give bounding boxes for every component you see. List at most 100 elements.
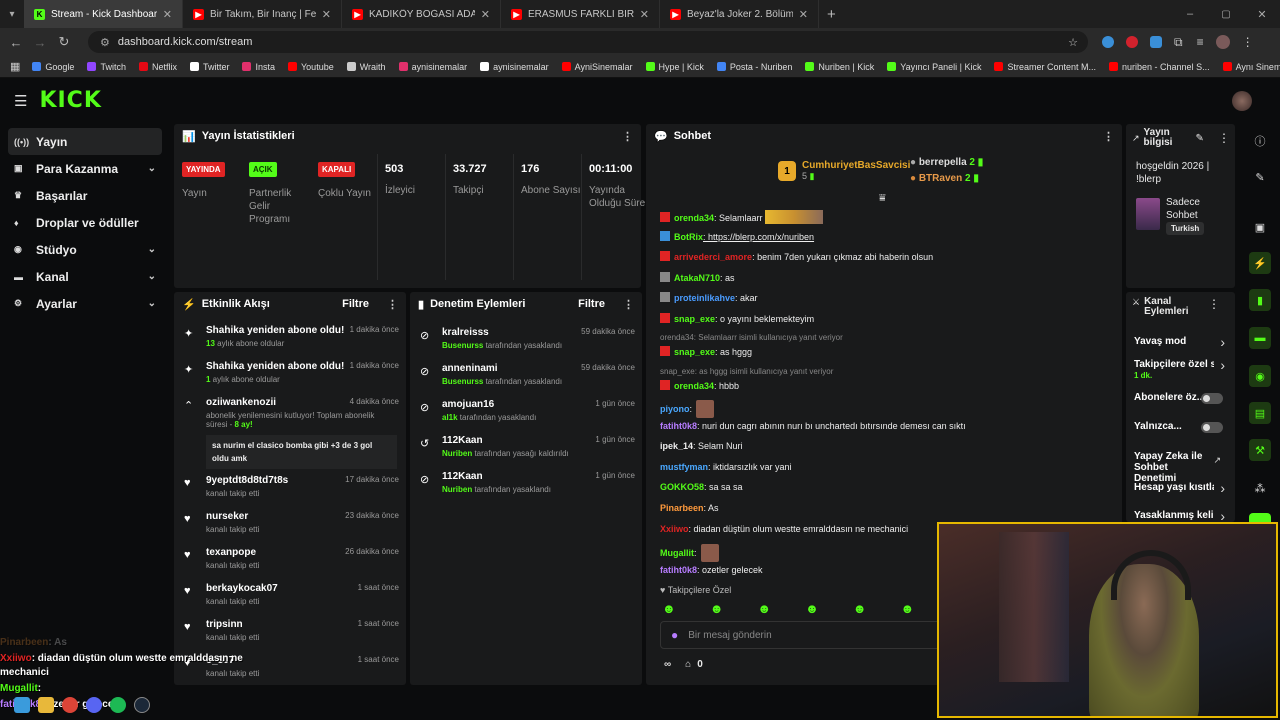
- close-tab-icon[interactable]: ✕: [799, 8, 808, 21]
- site-info-icon[interactable]: ⚙: [100, 36, 110, 49]
- bookmark-item[interactable]: Wraith: [346, 62, 386, 72]
- pencil-icon[interactable]: ✎: [1196, 133, 1204, 144]
- info-icon[interactable]: ⓘ: [1249, 130, 1271, 152]
- moderation-item[interactable]: ⊘ amojuan16 al1k tarafından yasaklandı 1 gü…: [418, 399, 635, 422]
- apps-grid-icon[interactable]: ▦: [10, 60, 20, 73]
- bookmark-item[interactable]: Netflix: [138, 62, 177, 72]
- tab-2[interactable]: ▶ KADIKÖY BOĞASI ADANA YÜRÜ ✕: [342, 0, 501, 28]
- window-minimize-button[interactable]: –: [1172, 8, 1208, 20]
- chat-message[interactable]: BotRix: https://blerp.com/x/nuriben: [660, 230, 814, 242]
- chat-username[interactable]: Pinarbeen: [660, 503, 704, 513]
- url-field[interactable]: ⚙ dashboard.kick.com/stream ☆: [88, 31, 1088, 53]
- channel-action-item[interactable]: Yapay Zeka ile Sohbet Denetimi ↗: [1126, 451, 1235, 484]
- extension-icon[interactable]: [1126, 36, 1138, 48]
- forward-icon[interactable]: →: [28, 35, 52, 50]
- more-options-icon[interactable]: ⋮: [623, 298, 634, 311]
- activity-filter-button[interactable]: Filtre: [342, 298, 369, 310]
- chat-message[interactable]: orenda34: Selamlaarr: [660, 210, 823, 224]
- chat-username[interactable]: proteinlikahve: [674, 293, 735, 303]
- chat-message[interactable]: piyono:: [660, 400, 715, 418]
- bookmark-item[interactable]: Youtube: [288, 62, 334, 72]
- gifter-rank-1[interactable]: 1 CumhuriyetBasSavcisi 5 ▮: [778, 160, 910, 182]
- moderation-item[interactable]: ↺ 112Kaan Nuriben tarafından yasağı kaldır…: [418, 435, 635, 458]
- chat-message[interactable]: mustfyman: iktidarsızlık var yani: [660, 462, 792, 472]
- chat-message[interactable]: snap_exe: o yayını beklemekteyim: [660, 312, 814, 324]
- hamburger-menu-icon[interactable]: ☰: [14, 92, 27, 110]
- sidebar-item-0[interactable]: ((•)) Yayın: [8, 128, 162, 155]
- more-options-icon[interactable]: ⋮: [387, 298, 398, 311]
- microphone-icon[interactable]: ●: [671, 628, 678, 642]
- chat-username[interactable]: Xxiiwo: [660, 524, 689, 534]
- chat-username[interactable]: BotRix: [674, 232, 703, 242]
- stack-icon[interactable]: ▤: [1249, 402, 1271, 424]
- broadcast-icon[interactable]: ◉: [1249, 365, 1271, 387]
- emote-icon[interactable]: ☻: [900, 601, 914, 616]
- emote-icon[interactable]: ☻: [757, 601, 771, 616]
- activity-item[interactable]: ♥ nurseker kanalı takip etti 23 dakika önce: [182, 511, 399, 534]
- chrome-icon[interactable]: [62, 697, 78, 713]
- channel-action-item[interactable]: Hesap yaşı kısıtla ›: [1126, 480, 1235, 506]
- tab-1[interactable]: ▶ Bir Takım, Bir İnanç | Fenerbahç ✕: [183, 0, 342, 28]
- bookmark-star-icon[interactable]: ☆: [1068, 36, 1078, 49]
- channel-action-item[interactable]: Yasaklanmış kelin ›: [1126, 508, 1235, 522]
- sidebar-item-6[interactable]: ⚙ Ayarlar ⌄: [8, 290, 162, 317]
- chat-username[interactable]: piyono: [660, 404, 690, 414]
- chat-username[interactable]: arrivederci_amore: [674, 252, 752, 262]
- user-avatar[interactable]: [1232, 91, 1252, 111]
- chat-username[interactable]: ipek_14: [660, 441, 693, 451]
- extensions-puzzle-icon[interactable]: ⧉: [1174, 35, 1183, 50]
- tab-4[interactable]: ▶ Beyaz'la Joker 2. Bölüm - YouTu ✕: [660, 0, 819, 28]
- chat-message[interactable]: GOKKO58: sa sa sa: [660, 482, 743, 492]
- chat-username[interactable]: snap_exe: [674, 314, 715, 324]
- bookmark-item[interactable]: nuriben - Channel S...: [1109, 62, 1210, 72]
- chat-username[interactable]: snap_exe: [674, 347, 715, 357]
- new-tab-button[interactable]: +: [827, 6, 836, 23]
- lightning-icon[interactable]: ⚡: [1249, 252, 1271, 274]
- chat-filter-icon[interactable]: ⩸: [879, 192, 886, 205]
- window-close-button[interactable]: ✕: [1244, 8, 1280, 21]
- sidebar-item-4[interactable]: ◉ Stüdyo ⌄: [8, 236, 162, 263]
- wrench-icon[interactable]: ⚒: [1249, 439, 1271, 461]
- infinity-icon[interactable]: ∞: [664, 659, 671, 670]
- activity-item[interactable]: ✦ Shahika yeniden abone oldu! 13 aylık abo…: [182, 325, 399, 348]
- tab-0[interactable]: K Stream - Kick Dashboard ✕: [24, 0, 183, 28]
- network-icon[interactable]: ⁂: [1249, 477, 1271, 499]
- gifter-rank-3[interactable]: ● BTRaven 2 ▮: [910, 173, 979, 184]
- bookmark-item[interactable]: aynisinemalar: [480, 62, 549, 72]
- channel-action-item[interactable]: Yalnızca...: [1126, 421, 1235, 445]
- emote-icon[interactable]: ☻: [710, 601, 724, 616]
- channel-action-item[interactable]: Takipçilere özel s1 dk. ›: [1126, 357, 1235, 383]
- pencil-icon[interactable]: ✎: [1249, 166, 1271, 188]
- more-options-icon[interactable]: ⋮: [1208, 297, 1220, 317]
- chat-username[interactable]: fatiht0k8: [660, 421, 697, 431]
- tab-3[interactable]: ▶ ERASMUS FARKLI BİR BEDENDE ✕: [501, 0, 660, 28]
- chat-message[interactable]: Mugallit:: [660, 544, 719, 563]
- activity-item[interactable]: ⌃ oziiwankenozii abonelik yenilemesini kut…: [182, 397, 399, 469]
- tab-search-button[interactable]: ▾: [0, 9, 24, 20]
- chat-username[interactable]: GOKKO58: [660, 482, 704, 492]
- chat-message[interactable]: ipek_14: Selam Nuri: [660, 441, 743, 451]
- chat-message[interactable]: Xxiiwo: diadan düştün olum westte emrald…: [660, 524, 908, 534]
- chat-username[interactable]: AtakaN710: [674, 273, 720, 283]
- emote-icon[interactable]: ☻: [853, 601, 867, 616]
- bookmark-item[interactable]: Posta - Nuriben: [716, 62, 792, 72]
- chat-bubble-icon[interactable]: ▬: [1249, 327, 1271, 349]
- chat-message[interactable]: AtakaN710: as: [660, 271, 735, 283]
- bookmark-item[interactable]: Insta: [242, 62, 275, 72]
- more-options-icon[interactable]: ⋮: [1103, 130, 1114, 143]
- document-icon[interactable]: ▮: [1249, 289, 1271, 311]
- discord-icon[interactable]: [86, 697, 102, 713]
- emote-icon[interactable]: ☻: [662, 601, 676, 616]
- bookmark-item[interactable]: Hype | Kick: [645, 62, 704, 72]
- bookmark-item[interactable]: Twitter: [189, 62, 229, 72]
- bookmark-item[interactable]: Streamer Content M...: [994, 62, 1096, 72]
- sidebar-item-2[interactable]: ♛ Başarılar: [8, 182, 162, 209]
- back-icon[interactable]: ←: [4, 35, 28, 50]
- activity-item[interactable]: ♥ berkaykocak07 kanalı takip etti 1 saat ön…: [182, 583, 399, 606]
- close-tab-icon[interactable]: ✕: [481, 8, 490, 21]
- toggle-switch[interactable]: [1201, 393, 1223, 404]
- close-tab-icon[interactable]: ✕: [163, 8, 172, 21]
- crop-icon[interactable]: ▣: [1249, 216, 1271, 238]
- gifter-rank-2[interactable]: ● berrepella 2 ▮: [910, 157, 983, 168]
- moderation-item[interactable]: ⊘ 112Kaan Nuriben tarafından yasaklandı 1 g…: [418, 471, 635, 494]
